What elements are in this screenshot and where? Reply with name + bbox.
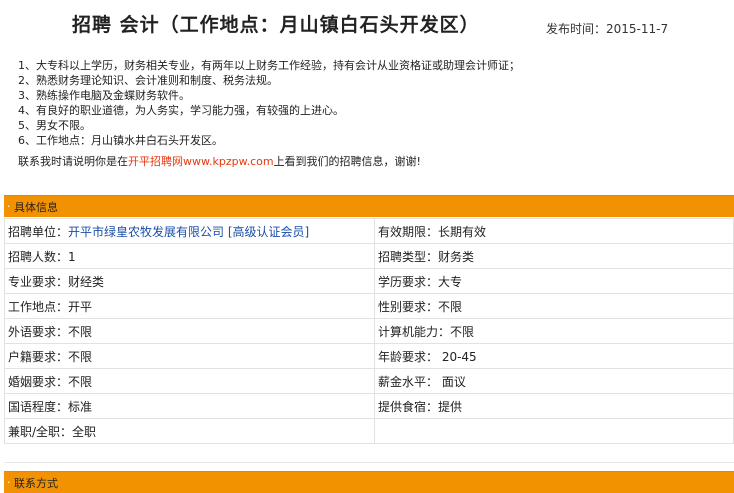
requirement-item: 5、男女不限。 bbox=[18, 119, 91, 132]
contact-note: 联系我时请说明你是在开平招聘网www.kpzpw.com上看到我们的招聘信息，谢… bbox=[18, 154, 421, 170]
requirement-item: 3、熟练操作电脑及金蝶财务软件。 bbox=[18, 89, 190, 102]
detail-cell: 有效期限：长期有效 bbox=[374, 218, 734, 244]
details-section-title: 具体信息 bbox=[14, 201, 58, 214]
table-row: 户籍要求：不限 年龄要求： 20-45 bbox=[4, 343, 734, 369]
requirement-item: 6、工作地点：月山镇水井白石头开发区。 bbox=[18, 134, 223, 147]
table-row: 兼职/全职：全职 bbox=[4, 418, 734, 444]
divider bbox=[4, 462, 734, 463]
detail-cell: 国语程度：标准 bbox=[4, 393, 375, 419]
details-table: 招聘单位：开平市绿皇农牧发展有限公司 [高级认证会员] 有效期限：长期有效 招聘… bbox=[4, 218, 734, 444]
detail-cell: 薪金水平： 面议 bbox=[374, 368, 734, 394]
details-section-header: · 具体信息 bbox=[4, 195, 734, 217]
site-name-link[interactable]: 开平招聘网 bbox=[128, 155, 183, 168]
company-cell: 招聘单位：开平市绿皇农牧发展有限公司 [高级认证会员] bbox=[4, 218, 375, 244]
contact-section-header: · 联系方式 bbox=[4, 471, 734, 493]
table-row: 国语程度：标准 提供食宿：提供 bbox=[4, 393, 734, 419]
detail-cell: 提供食宿：提供 bbox=[374, 393, 734, 419]
detail-cell: 婚姻要求：不限 bbox=[4, 368, 375, 394]
job-header: 招聘 会计（工作地点：月山镇白石头开发区） 发布时间：2015-11-7 bbox=[0, 8, 734, 40]
detail-cell: 年龄要求： 20-45 bbox=[374, 343, 734, 369]
table-row: 专业要求：财经类 学历要求：大专 bbox=[4, 268, 734, 294]
published-label: 发布时间： bbox=[546, 22, 607, 36]
company-label: 招聘单位： bbox=[8, 224, 69, 239]
detail-cell: 户籍要求：不限 bbox=[4, 343, 375, 369]
contact-note-suffix: 上看到我们的招聘信息，谢谢! bbox=[273, 155, 421, 168]
detail-cell: 兼职/全职：全职 bbox=[4, 418, 375, 444]
membership-badge-link[interactable]: [高级认证会员] bbox=[228, 225, 309, 239]
detail-cell: 招聘人数：1 bbox=[4, 243, 375, 269]
contact-section-title: 联系方式 bbox=[14, 477, 58, 490]
published-time: 发布时间：2015-11-7 bbox=[546, 20, 668, 37]
detail-cell: 招聘类型：财务类 bbox=[374, 243, 734, 269]
detail-cell: 外语要求：不限 bbox=[4, 318, 375, 344]
contact-note-prefix: 联系我时请说明你是在 bbox=[18, 155, 128, 168]
detail-cell: 计算机能力：不限 bbox=[374, 318, 734, 344]
bullet-icon: · bbox=[7, 476, 11, 489]
table-row: 招聘单位：开平市绿皇农牧发展有限公司 [高级认证会员] 有效期限：长期有效 bbox=[4, 218, 734, 244]
bullet-icon: · bbox=[7, 200, 11, 213]
published-date: 2015-11-7 bbox=[606, 22, 669, 36]
requirement-item: 2、熟悉财务理论知识、会计准则和制度、税务法规。 bbox=[18, 74, 278, 87]
detail-cell: 性别要求：不限 bbox=[374, 293, 734, 319]
requirement-item: 4、有良好的职业道德，为人务实，学习能力强，有较强的上进心。 bbox=[18, 104, 344, 117]
site-url-link[interactable]: www.kpzpw.com bbox=[183, 155, 274, 168]
detail-cell bbox=[374, 418, 734, 444]
detail-cell: 学历要求：大专 bbox=[374, 268, 734, 294]
requirements-list: 1、大专科以上学历，财务相关专业，有两年以上财务工作经验，持有会计从业资格证或助… bbox=[18, 58, 520, 148]
detail-cell: 工作地点：开平 bbox=[4, 293, 375, 319]
job-title: 招聘 会计（工作地点：月山镇白石头开发区） bbox=[72, 14, 480, 36]
table-row: 工作地点：开平 性别要求：不限 bbox=[4, 293, 734, 319]
table-row: 招聘人数：1 招聘类型：财务类 bbox=[4, 243, 734, 269]
table-row: 外语要求：不限 计算机能力：不限 bbox=[4, 318, 734, 344]
detail-cell: 专业要求：财经类 bbox=[4, 268, 375, 294]
requirement-item: 1、大专科以上学历，财务相关专业，有两年以上财务工作经验，持有会计从业资格证或助… bbox=[18, 59, 520, 72]
company-name-link[interactable]: 开平市绿皇农牧发展有限公司 bbox=[68, 225, 224, 239]
table-row: 婚姻要求：不限 薪金水平： 面议 bbox=[4, 368, 734, 394]
